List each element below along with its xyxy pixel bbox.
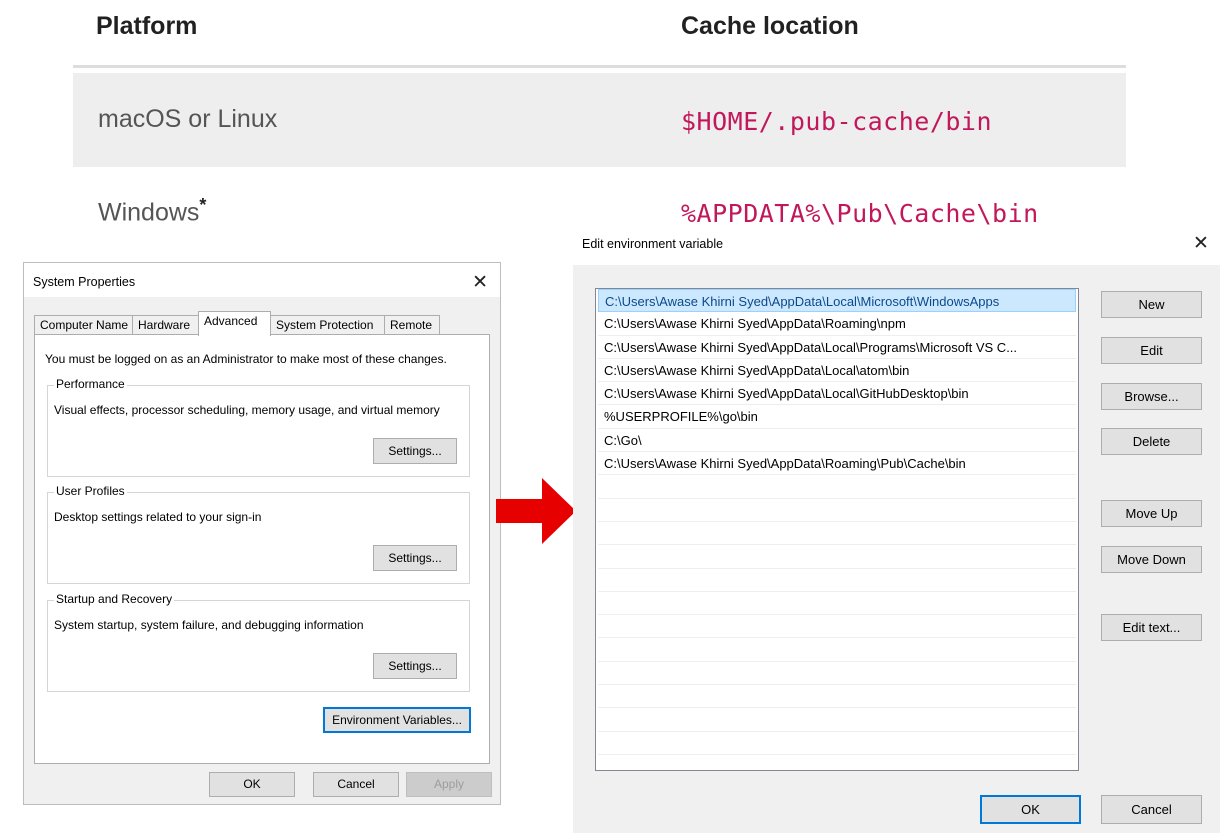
footnote-mark: * <box>199 195 207 215</box>
empty-row <box>598 662 1076 686</box>
user-profiles-settings-button[interactable]: Settings... <box>373 545 457 571</box>
cache-path-cell: $HOME/.pub-cache/bin <box>681 107 993 136</box>
tab-advanced[interactable]: Advanced <box>198 311 271 336</box>
env-dialog-title: Edit environment variable <box>582 237 724 251</box>
table-header: Platform Cache location <box>73 0 1126 68</box>
performance-settings-button[interactable]: Settings... <box>373 438 457 464</box>
tab-computer-name[interactable]: Computer Name <box>34 315 133 335</box>
cancel-button[interactable]: Cancel <box>1101 795 1202 824</box>
platform-cell: macOS or Linux <box>98 105 278 133</box>
group-legend: Performance <box>54 377 127 391</box>
system-properties-dialog: System Properties ✕ Computer Name Hardwa… <box>23 262 501 805</box>
move-up-button[interactable]: Move Up <box>1101 500 1202 527</box>
title-bar: System Properties ✕ <box>24 263 500 297</box>
group-legend: User Profiles <box>54 484 127 498</box>
empty-row <box>598 685 1076 709</box>
cache-path-cell: %APPDATA%\Pub\Cache\bin <box>681 199 1039 228</box>
ok-button[interactable]: OK <box>209 772 295 797</box>
ok-button[interactable]: OK <box>980 795 1081 824</box>
edit-text-button[interactable]: Edit text... <box>1101 614 1202 641</box>
list-item[interactable]: %USERPROFILE%\go\bin <box>598 405 1076 429</box>
new-button[interactable]: New <box>1101 291 1202 318</box>
list-item[interactable]: C:\Go\ <box>598 429 1076 453</box>
empty-row <box>598 522 1076 546</box>
empty-row <box>598 545 1076 569</box>
browse-button[interactable]: Browse... <box>1101 383 1202 410</box>
tab-system-protection[interactable]: System Protection <box>270 315 385 335</box>
empty-row <box>598 638 1076 662</box>
admin-note: You must be logged on as an Administrato… <box>45 352 447 366</box>
edit-button[interactable]: Edit <box>1101 337 1202 364</box>
table-row: Windows* %APPDATA%\Pub\Cache\bin <box>73 167 1126 228</box>
path-entries-list[interactable]: C:\Users\Awase Khirni Syed\AppData\Local… <box>595 288 1079 771</box>
header-cache-location: Cache location <box>681 12 859 40</box>
empty-row <box>598 708 1076 732</box>
empty-row <box>598 615 1076 639</box>
close-icon[interactable]: ✕ <box>472 271 488 294</box>
table-row: macOS or Linux $HOME/.pub-cache/bin <box>73 73 1126 167</box>
empty-row <box>598 732 1076 755</box>
empty-row <box>598 569 1076 592</box>
platform-cell: Windows* <box>98 195 206 227</box>
edit-environment-variable-dialog: C:\Users\Awase Khirni Syed\AppData\Local… <box>573 265 1220 833</box>
group-description: System startup, system failure, and debu… <box>54 618 364 632</box>
dialog-title: System Properties <box>33 275 136 289</box>
user-profiles-group: User Profiles Desktop settings related t… <box>47 484 470 584</box>
close-icon[interactable]: ✕ <box>1193 232 1209 255</box>
list-item[interactable]: C:\Users\Awase Khirni Syed\AppData\Roami… <box>598 452 1076 476</box>
list-item[interactable]: C:\Users\Awase Khirni Syed\AppData\Local… <box>598 359 1076 383</box>
platform-name: Windows <box>98 198 200 227</box>
apply-button[interactable]: Apply <box>406 772 492 797</box>
empty-row <box>598 475 1076 499</box>
empty-row <box>598 592 1076 616</box>
startup-recovery-group: Startup and Recovery System startup, sys… <box>47 592 470 692</box>
empty-row <box>598 499 1076 522</box>
list-item[interactable]: C:\Users\Awase Khirni Syed\AppData\Local… <box>598 289 1076 313</box>
tab-hardware[interactable]: Hardware <box>132 315 199 335</box>
delete-button[interactable]: Delete <box>1101 428 1202 455</box>
list-item[interactable]: C:\Users\Awase Khirni Syed\AppData\Roami… <box>598 312 1076 336</box>
advanced-tab-panel: You must be logged on as an Administrato… <box>34 334 490 764</box>
move-down-button[interactable]: Move Down <box>1101 546 1202 573</box>
startup-recovery-settings-button[interactable]: Settings... <box>373 653 457 679</box>
right-arrow-icon <box>496 478 576 544</box>
group-description: Desktop settings related to your sign-in <box>54 510 262 524</box>
performance-group: Performance Visual effects, processor sc… <box>47 377 470 477</box>
header-platform: Platform <box>96 12 198 40</box>
group-description: Visual effects, processor scheduling, me… <box>54 403 440 417</box>
list-item[interactable]: C:\Users\Awase Khirni Syed\AppData\Local… <box>598 382 1076 406</box>
group-legend: Startup and Recovery <box>54 592 175 606</box>
list-item[interactable]: C:\Users\Awase Khirni Syed\AppData\Local… <box>598 336 1076 359</box>
tab-remote[interactable]: Remote <box>384 315 440 335</box>
cancel-button[interactable]: Cancel <box>313 772 399 797</box>
environment-variables-button[interactable]: Environment Variables... <box>323 707 471 733</box>
